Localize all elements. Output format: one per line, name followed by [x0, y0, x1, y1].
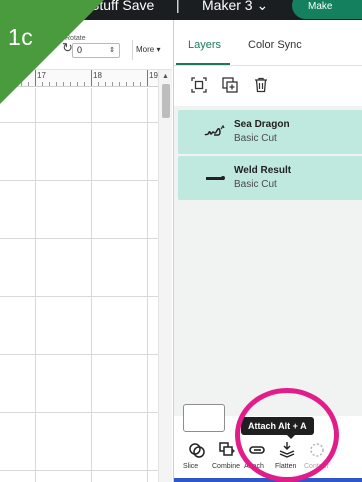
blank-canvas-swatch[interactable]	[183, 404, 225, 432]
scroll-up-icon[interactable]: ▲	[162, 73, 169, 80]
slice-button[interactable]: Slice	[182, 438, 212, 478]
combine-icon	[219, 442, 235, 456]
layer-row-weld-result[interactable]: Weld Result Basic Cut	[178, 156, 362, 200]
ruler-tick	[77, 82, 78, 86]
ruler-label: 17	[37, 71, 46, 80]
scrollbar-thumb[interactable]	[162, 84, 170, 118]
ruler-tick	[126, 82, 127, 86]
layer-type: Basic Cut	[234, 179, 277, 190]
ruler-tick	[105, 82, 106, 86]
attach-highlight-circle	[235, 388, 339, 482]
rotate-input[interactable]: 0 ⇕	[72, 43, 120, 58]
ruler-tick	[56, 82, 57, 86]
ruler-tick	[98, 82, 99, 86]
panel-tabs: Layers Color Sync	[174, 20, 362, 66]
grid-line	[0, 412, 158, 413]
grid-line	[0, 238, 158, 239]
grid-line	[0, 122, 158, 123]
ruler-label: 19	[149, 71, 158, 80]
ruler-tick	[140, 82, 141, 86]
ruler-tick	[63, 82, 64, 86]
grid-line	[0, 180, 158, 181]
slice-icon	[189, 443, 205, 458]
step-badge-label: 1c	[8, 24, 34, 50]
grid-line	[147, 88, 148, 482]
design-canvas[interactable]: Rotate ↻ 0 ⇕ More ▾ 17 18 19 ▲	[0, 20, 172, 482]
sea-dragon-thumbnail	[204, 124, 225, 136]
ruler-tick	[84, 82, 85, 86]
make-button[interactable]: Make	[292, 0, 362, 19]
layer-name: Weld Result	[234, 165, 292, 176]
layer-toolbar	[174, 66, 362, 106]
tab-layers[interactable]: Layers	[188, 39, 221, 51]
canvas-grid	[0, 88, 158, 482]
ruler-label: 18	[93, 71, 102, 80]
topbar-separator: |	[176, 0, 180, 13]
duplicate-icon[interactable]	[221, 76, 239, 94]
ruler-tick	[119, 82, 120, 86]
make-button-label: Make	[308, 1, 333, 12]
tab-color-sync[interactable]: Color Sync	[248, 39, 302, 51]
rotate-stepper-icon[interactable]: ⇕	[107, 46, 117, 56]
ruler-tick	[28, 82, 29, 86]
ruler-tick	[91, 70, 92, 86]
ruler-tick	[70, 82, 71, 86]
grid-line	[0, 470, 158, 471]
layer-row-sea-dragon[interactable]: Sea Dragon Basic Cut	[178, 110, 362, 154]
group-icon[interactable]	[190, 76, 208, 94]
ruler-tick	[112, 82, 113, 86]
grid-line	[0, 354, 158, 355]
ruler-tick	[35, 70, 36, 86]
canvas-vertical-scrollbar[interactable]: ▲	[158, 70, 172, 482]
more-button[interactable]: More ▾	[136, 45, 160, 54]
machine-selector[interactable]: Maker 3 ⌄	[202, 0, 268, 14]
slice-label: Slice	[183, 463, 199, 470]
toolbar-divider	[132, 40, 133, 60]
ruler-tick	[147, 70, 148, 86]
layer-name: Sea Dragon	[234, 119, 290, 130]
weld-result-thumbnail	[206, 176, 225, 180]
layer-type: Basic Cut	[234, 133, 277, 144]
grid-line	[91, 88, 92, 482]
ruler-tick	[133, 82, 134, 86]
active-tab-indicator	[176, 63, 230, 65]
grid-line	[35, 88, 36, 482]
layers-list: Sea Dragon Basic Cut Weld Result Basic C…	[174, 106, 362, 416]
ruler-tick	[42, 82, 43, 86]
delete-icon[interactable]	[252, 76, 270, 94]
grid-line	[0, 296, 158, 297]
rotate-value: 0	[77, 45, 83, 55]
combine-label: Combine	[212, 463, 241, 470]
ruler-tick	[49, 82, 50, 86]
